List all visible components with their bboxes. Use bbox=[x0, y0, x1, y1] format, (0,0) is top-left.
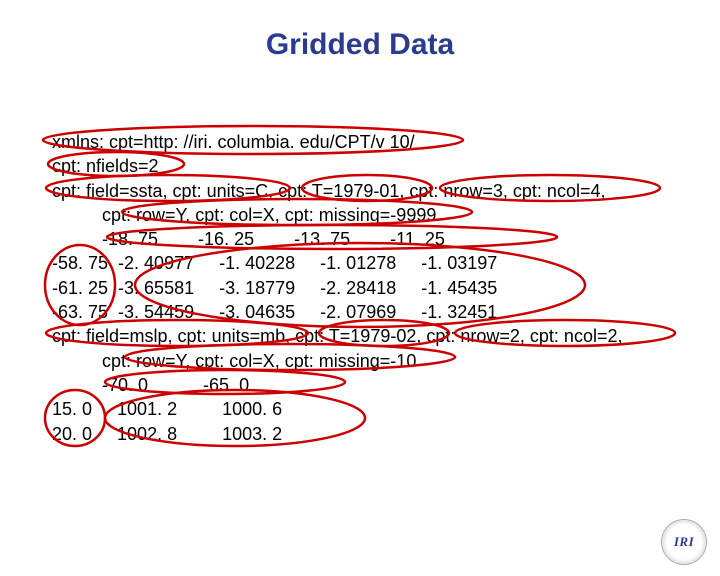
iri-logo: IRI bbox=[662, 520, 706, 564]
logo-text: IRI bbox=[674, 534, 694, 550]
gridded-data-block: xmlns: cpt=http: //iri. columbia. edu/CP… bbox=[52, 130, 672, 446]
page-title: Gridded Data bbox=[0, 28, 720, 62]
